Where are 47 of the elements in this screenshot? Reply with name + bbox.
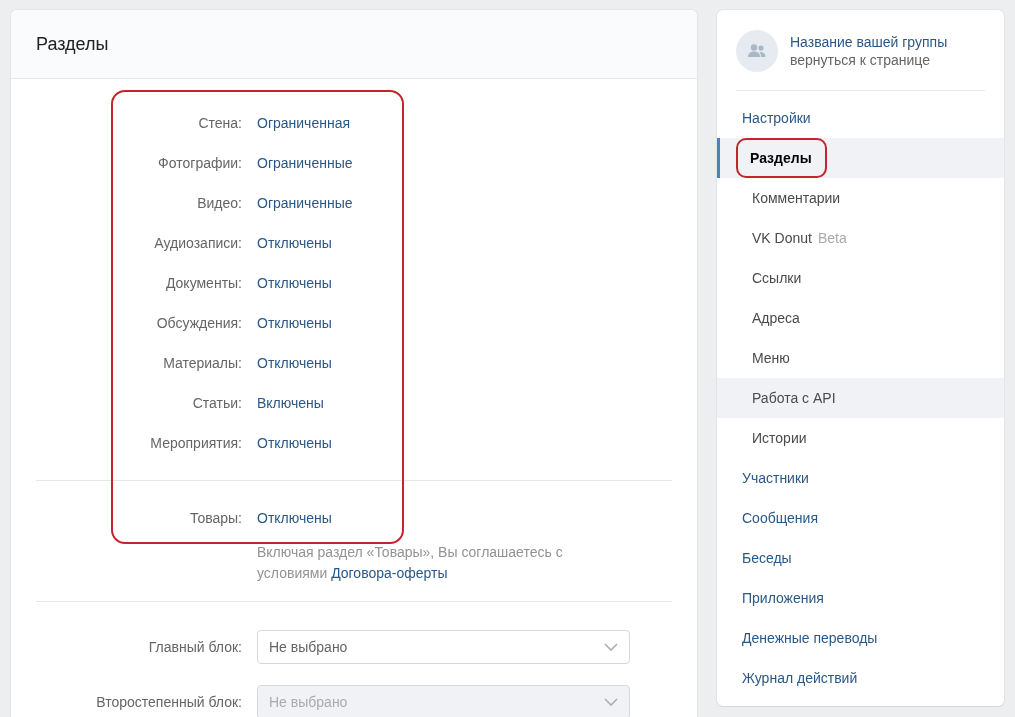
select-label: Второстепенный блок: [95,693,243,710]
submenu-item[interactable]: Разделы [717,138,1004,178]
section-value-link[interactable]: Включены [257,395,324,411]
submenu-item[interactable]: Работа с API [717,378,1004,418]
menu-item[interactable]: Денежные переводы [717,618,1004,658]
section-label: Фотографии: [157,155,243,171]
menu-item[interactable]: Настройки [717,98,1004,138]
section-value-link[interactable]: Отключены [257,275,332,291]
section-label: Статьи: [191,395,243,411]
select-label: Главный блок: [147,638,243,655]
group-avatar-icon [736,30,778,72]
submenu-item[interactable]: Комментарии [717,178,1004,218]
section-value-link[interactable]: Отключены [257,235,332,251]
section-value-link[interactable]: Ограниченные [257,155,353,171]
beta-label: Beta [817,230,847,246]
page-title: Разделы [36,33,109,55]
menu-item[interactable]: Беседы [717,538,1004,578]
submenu-item[interactable]: Ссылки [717,258,1004,298]
submenu-item[interactable]: Истории [717,418,1004,458]
offer-link[interactable]: Договора-оферты [331,565,448,581]
section-value-link[interactable]: Ограниченные [257,195,353,211]
section-value-link[interactable]: Ограниченная [257,115,351,131]
section-label: Видео: [196,195,243,211]
back-to-page-link[interactable]: вернуться к странице [790,52,948,68]
section-label: Товары: [188,510,243,526]
section-label: Мероприятия: [149,435,243,451]
dropdown[interactable]: Не выбрано [257,629,630,664]
submenu-item[interactable]: VK Donut Beta [717,218,1004,258]
section-value-link[interactable]: Отключены [257,315,332,331]
section-label: Стена: [197,115,243,131]
section-value-link[interactable]: Отключены [257,510,332,526]
submenu-item[interactable]: Меню [717,338,1004,378]
section-value-link[interactable]: Отключены [257,355,332,371]
section-label: Аудиозаписи: [153,235,243,251]
terms-note: Включая раздел «Товары», Вы соглашаетесь с условиями Договора-оферты [257,543,564,583]
chevron-down-icon [603,696,619,707]
submenu-item[interactable]: Адреса [717,298,1004,338]
menu-item[interactable]: Приложения [717,578,1004,618]
chevron-down-icon [603,641,619,652]
menu-item[interactable]: Участники [717,458,1004,498]
section-label: Материалы: [162,355,243,371]
menu-item[interactable]: Журнал действий [717,658,1004,698]
section-label: Обсуждения: [155,315,243,331]
section-label: Документы: [164,275,243,291]
section-value-link[interactable]: Отключены [257,435,332,451]
menu-item[interactable]: Сообщения [717,498,1004,538]
group-name: Название вашей группы [790,34,948,50]
